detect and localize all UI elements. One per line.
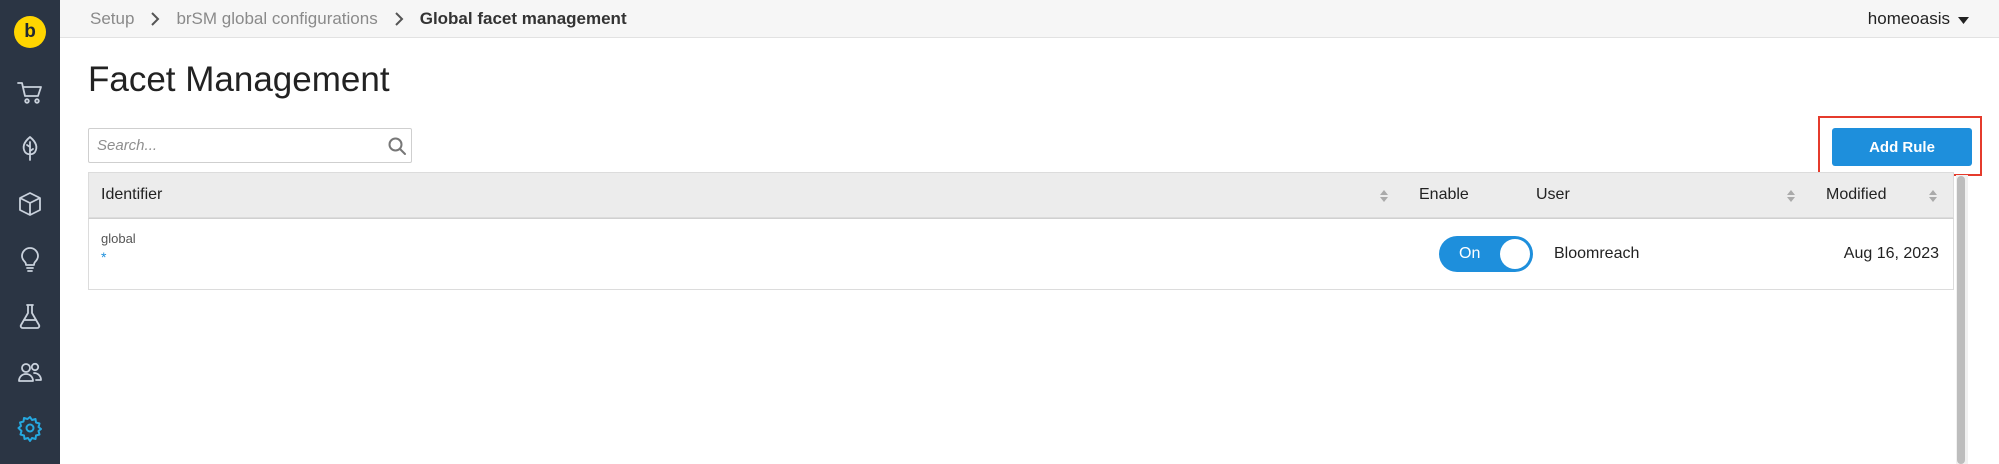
table-row[interactable]: global * On Bloomreach Aug 16, 2023 xyxy=(88,218,1954,290)
cube-icon xyxy=(19,192,41,216)
sidebar-item-commerce[interactable] xyxy=(0,64,60,120)
breadcrumb-current: Global facet management xyxy=(419,8,627,28)
toggle-label: On xyxy=(1459,245,1481,262)
chevron-right-icon xyxy=(394,11,404,27)
search-input[interactable] xyxy=(89,129,379,162)
enable-toggle[interactable]: On xyxy=(1439,236,1533,272)
sidebar-item-setup[interactable] xyxy=(0,400,60,456)
sidebar-item-catalog[interactable] xyxy=(0,176,60,232)
page-title: Facet Management xyxy=(88,60,390,99)
breadcrumb-brsm-global-configurations[interactable]: brSM global configurations xyxy=(176,9,377,29)
rule-modified: Aug 16, 2023 xyxy=(1843,245,1939,262)
sidebar-item-audiences[interactable] xyxy=(0,344,60,400)
rule-identifier[interactable]: global xyxy=(101,231,136,246)
sidebar-item-content[interactable] xyxy=(0,120,60,176)
bloomreach-logo[interactable]: b xyxy=(0,4,60,60)
search-box xyxy=(88,128,412,163)
cart-icon xyxy=(17,82,42,104)
sidebar-item-insights[interactable] xyxy=(0,232,60,288)
column-header-enable: Enable xyxy=(1419,186,1469,203)
users-icon xyxy=(18,362,42,382)
sort-icon[interactable] xyxy=(1928,188,1938,204)
sort-icon[interactable] xyxy=(1786,188,1796,204)
column-header-modified[interactable]: Modified xyxy=(1826,173,1886,217)
scrollbar-thumb[interactable] xyxy=(1957,176,1965,464)
breadcrumb: Setup brSM global configurations Global … xyxy=(90,0,627,37)
gear-icon xyxy=(17,416,42,442)
rule-marker: * xyxy=(101,249,107,265)
logo-icon: b xyxy=(14,16,46,48)
column-header-identifier[interactable]: Identifier xyxy=(101,173,162,217)
rule-user: Bloomreach xyxy=(1554,245,1640,262)
table-header: Identifier Enable User Modified xyxy=(88,172,1954,218)
leaf-icon xyxy=(22,136,38,161)
flask-icon xyxy=(19,304,41,329)
top-bar: Setup brSM global configurations Global … xyxy=(60,0,1999,38)
account-menu[interactable]: homeoasis xyxy=(1868,0,1969,37)
add-rule-button[interactable]: Add Rule xyxy=(1832,128,1972,166)
sidebar-item-experiments[interactable] xyxy=(0,288,60,344)
account-name: homeoasis xyxy=(1867,8,1950,28)
sidebar: b xyxy=(0,0,60,464)
search-icon[interactable] xyxy=(387,136,407,156)
app-root: b Setup brSM global configurations Globa… xyxy=(0,0,1999,464)
column-header-user[interactable]: User xyxy=(1536,173,1570,217)
chevron-right-icon xyxy=(150,11,160,27)
breadcrumb-setup[interactable]: Setup xyxy=(90,9,134,29)
rules-table: Identifier Enable User Modified global *… xyxy=(88,172,1954,464)
lightbulb-icon xyxy=(21,247,39,272)
sort-icon[interactable] xyxy=(1379,188,1389,204)
toggle-knob xyxy=(1500,239,1530,269)
caret-down-icon xyxy=(1958,9,1969,29)
